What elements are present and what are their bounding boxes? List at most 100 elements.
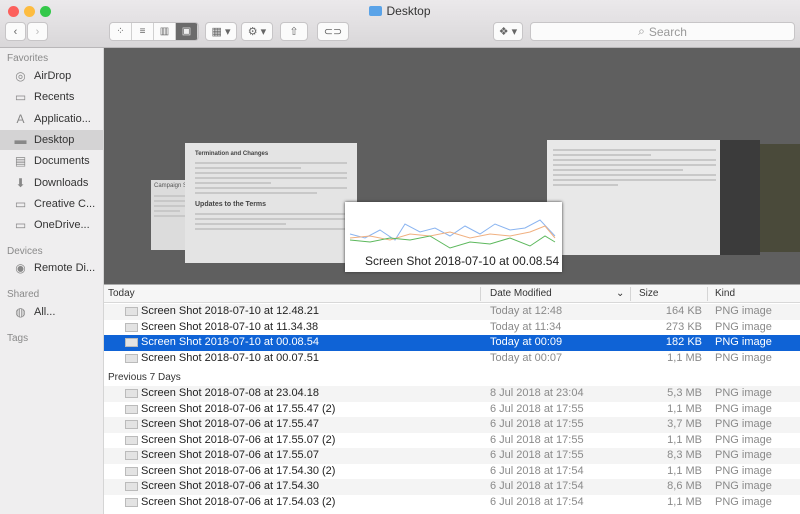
kind-column-header[interactable]: Kind	[715, 288, 735, 299]
file-name: Screen Shot 2018-07-06 at 17.55.47	[141, 418, 319, 430]
file-name: Screen Shot 2018-07-10 at 11.34.38	[141, 320, 319, 333]
file-row[interactable]: Screen Shot 2018-07-10 at 00.08.54 Today …	[104, 335, 800, 351]
file-name: Screen Shot 2018-07-08 at 23.04.18	[141, 387, 319, 399]
thumbnail[interactable]	[760, 144, 800, 252]
sidebar-section-label: Devices	[7, 246, 43, 257]
file-kind: PNG image	[715, 320, 772, 333]
sidebar-item-label: AirDrop	[34, 70, 72, 82]
file-date: Today at 00:07	[490, 351, 563, 364]
file-kind: PNG image	[715, 418, 772, 430]
file-kind: PNG image	[715, 464, 772, 477]
cover-flow[interactable]: Campaign S Termination and Changes Updat…	[104, 48, 800, 284]
gear-icon[interactable]: ⚙ ▾	[241, 22, 273, 41]
sidebar-section-label: Tags	[7, 333, 29, 344]
file-size: 182 KB	[665, 336, 702, 348]
image-file-icon	[125, 353, 138, 363]
view-switcher: ⁘ ≡ ▥ ▣	[109, 22, 199, 41]
chevron-down-icon[interactable]: ⌄	[616, 288, 624, 299]
file-size: 8,6 MB	[667, 480, 702, 492]
file-row[interactable]: Screen Shot 2018-07-06 at 17.55.07 6 Jul …	[104, 448, 800, 464]
image-file-icon	[125, 482, 138, 491]
thumbnail[interactable]: Termination and Changes Updates to the T…	[185, 143, 357, 263]
selected-thumbnail[interactable]: Screen Shot 2018-07-10 at 00.08.54	[345, 202, 562, 272]
dropbox-icon[interactable]: ❖ ▾	[493, 22, 523, 41]
image-file-icon	[125, 322, 138, 332]
file-name: Screen Shot 2018-07-10 at 12.48.21	[141, 305, 319, 317]
image-file-icon	[125, 307, 138, 316]
sidebar-item-label: Downloads	[34, 176, 89, 189]
sidebar-item[interactable]: ▭ Creative C...	[0, 194, 103, 214]
thumbnail[interactable]	[720, 140, 760, 255]
sidebar-item[interactable]: ▤ Documents	[0, 151, 103, 171]
sidebar-section-label: Shared	[7, 289, 40, 300]
sidebar: Favorites ◎ AirDrop ▭ Recents A Applicatio... ▬…	[0, 48, 104, 514]
file-date: 6 Jul 2018 at 17:55	[490, 402, 584, 415]
list-view-button[interactable]: ≡	[132, 23, 154, 40]
image-file-icon	[125, 497, 138, 507]
cover-flow-view-button[interactable]: ▣	[176, 23, 198, 40]
sidebar-item[interactable]: ▬ Desktop	[0, 129, 103, 150]
sidebar-item-label: Documents	[34, 155, 90, 168]
file-row[interactable]: Screen Shot 2018-07-08 at 23.04.18 8 Jul …	[104, 386, 800, 402]
file-row[interactable]: Screen Shot 2018-07-06 at 17.55.47 6 Jul …	[104, 417, 800, 433]
date-column-header[interactable]: Date Modified	[490, 288, 552, 299]
column-view-button[interactable]: ▥	[154, 23, 176, 40]
airdrop-icon: ◎	[15, 69, 26, 83]
file-date: Today at 11:34	[490, 320, 562, 333]
file-size: 1,1 MB	[667, 495, 702, 508]
sidebar-item[interactable]: ◉ Remote Di...	[0, 258, 103, 278]
sidebar-section-label: Favorites	[7, 53, 49, 64]
image-file-icon	[125, 420, 138, 429]
file-kind: PNG image	[715, 449, 772, 461]
back-button[interactable]: ‹	[5, 22, 26, 41]
file-name: Screen Shot 2018-07-06 at 17.55.07 (2)	[141, 433, 336, 446]
search-icon: ⌕	[638, 24, 645, 38]
share-icon[interactable]: ⇧	[280, 22, 308, 41]
sidebar-item[interactable]: ◎ AirDrop	[0, 66, 103, 86]
file-size: 1,1 MB	[667, 351, 702, 364]
file-row[interactable]: Screen Shot 2018-07-10 at 12.48.21 Today …	[104, 304, 800, 320]
file-name: Screen Shot 2018-07-06 at 17.55.07	[141, 449, 319, 461]
file-row[interactable]: Screen Shot 2018-07-06 at 17.54.03 (2) 6 …	[104, 495, 800, 511]
icon-view-button[interactable]: ⁘	[110, 23, 132, 40]
file-row[interactable]: Screen Shot 2018-07-06 at 17.54.30 6 Jul …	[104, 479, 800, 495]
file-row[interactable]: Screen Shot 2018-07-10 at 11.34.38 Today …	[104, 320, 800, 336]
window-title: Desktop	[0, 4, 800, 18]
file-row[interactable]: Screen Shot 2018-07-06 at 17.55.07 (2) 6 …	[104, 433, 800, 449]
recents-icon: ▭	[14, 90, 27, 105]
coverflow-caption: Screen Shot 2018-07-10 at 00.08.54	[365, 254, 560, 268]
name-column-header[interactable]: Today	[108, 288, 135, 299]
size-column-header[interactable]: Size	[639, 288, 658, 299]
file-row[interactable]: Screen Shot 2018-07-06 at 17.55.47 (2) 6 …	[104, 402, 800, 418]
thumbnail[interactable]	[547, 140, 722, 255]
file-name: Screen Shot 2018-07-06 at 17.54.30 (2)	[141, 464, 336, 477]
search-input[interactable]: ⌕ Search	[530, 22, 795, 41]
sidebar-item[interactable]: A Applicatio...	[0, 109, 103, 129]
file-row[interactable]: Screen Shot 2018-07-10 at 00.07.51 Today …	[104, 351, 800, 367]
file-list: Today Date Modified ⌄ Size Kind Screen S…	[104, 284, 800, 514]
file-kind: PNG image	[715, 336, 772, 348]
sidebar-item[interactable]: ⬇ Downloads	[0, 173, 103, 193]
file-kind: PNG image	[715, 433, 772, 446]
sidebar-item-label: Creative C...	[34, 197, 96, 210]
group-by-button[interactable]: ▦ ▾	[205, 22, 237, 41]
file-name: Screen Shot 2018-07-06 at 17.54.30	[141, 480, 319, 492]
file-date: 6 Jul 2018 at 17:55	[490, 433, 584, 446]
file-size: 1,1 MB	[667, 402, 702, 415]
group-header: Previous 7 Days	[108, 372, 181, 383]
folder-icon: ▭	[14, 196, 27, 211]
sidebar-item[interactable]: ◍ All...	[0, 302, 103, 322]
image-file-icon	[125, 338, 138, 347]
image-file-icon	[125, 389, 138, 398]
file-date: 6 Jul 2018 at 17:54	[490, 480, 584, 492]
sidebar-item[interactable]: ▭ OneDrive...	[0, 215, 103, 235]
folder-icon: ▭	[14, 218, 27, 233]
sidebar-item-label: OneDrive...	[34, 219, 90, 232]
file-kind: PNG image	[715, 495, 772, 508]
sidebar-item[interactable]: ▭ Recents	[0, 87, 103, 107]
tag-icon[interactable]: ⊂⊃	[317, 22, 349, 41]
file-row[interactable]: Screen Shot 2018-07-06 at 17.54.30 (2) 6 …	[104, 464, 800, 480]
file-name: Screen Shot 2018-07-10 at 00.08.54	[141, 336, 319, 348]
forward-button[interactable]: ›	[27, 22, 48, 41]
file-name: Screen Shot 2018-07-10 at 00.07.51	[141, 351, 319, 364]
